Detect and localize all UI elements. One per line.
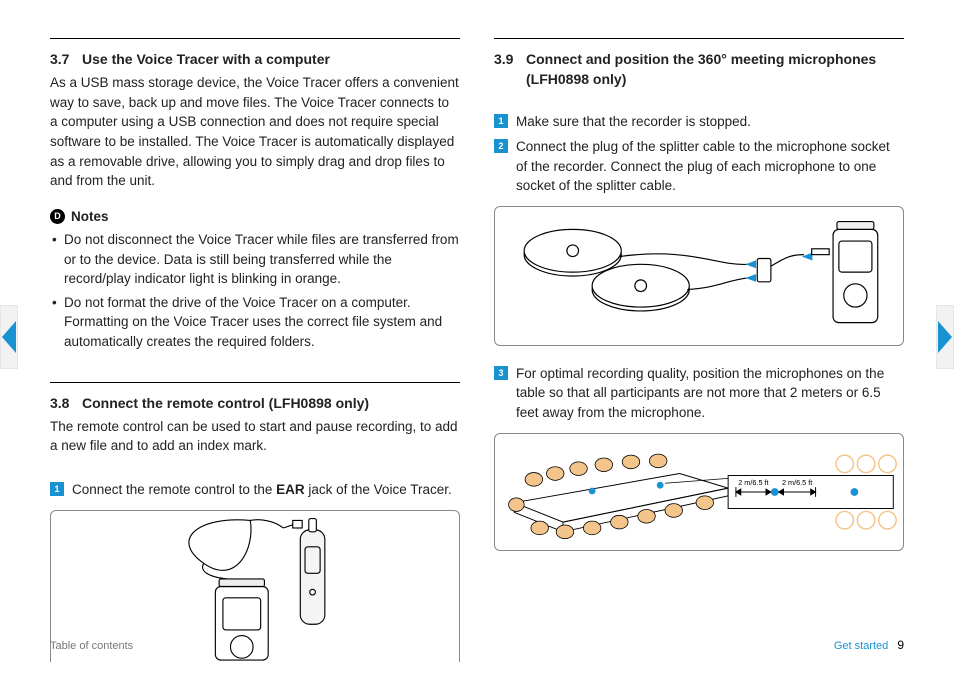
splitter-cable-illustration: [495, 207, 903, 345]
notes-heading: D Notes: [50, 207, 460, 227]
note-item: Do not disconnect the Voice Tracer while…: [50, 230, 460, 289]
section-3-7-body: As a USB mass storage device, the Voice …: [50, 73, 460, 190]
prev-page-button[interactable]: [0, 305, 18, 369]
section-number: 3.9: [494, 49, 526, 69]
step-text-bold: EAR: [276, 482, 305, 497]
next-page-button[interactable]: [936, 305, 954, 369]
step-3: 3 For optimal recording quality, positio…: [494, 364, 904, 423]
step-text: Connect the remote control to the EAR ja…: [72, 480, 460, 500]
divider: [494, 38, 904, 39]
section-3-7-heading: 3.7Use the Voice Tracer with a computer: [50, 49, 460, 69]
step-text-part: Connect the remote control to the: [72, 482, 276, 497]
note-icon: D: [50, 209, 65, 224]
page-body: 3.7Use the Voice Tracer with a computer …: [0, 0, 954, 673]
step-2: 2 Connect the plug of the splitter cable…: [494, 137, 904, 196]
distance-label-2: 2 m/6.5 ft: [782, 478, 812, 487]
chevron-left-icon: [2, 321, 16, 353]
chevron-right-icon: [938, 321, 952, 353]
step-number-icon: 1: [494, 114, 508, 128]
footer-section-link[interactable]: Get started: [834, 640, 888, 652]
step-number-icon: 3: [494, 366, 508, 380]
footer-toc-link[interactable]: Table of contents: [50, 639, 133, 655]
step-text: For optimal recording quality, position …: [516, 364, 904, 423]
section-number: 3.8: [50, 393, 82, 413]
step-1: 1 Make sure that the recorder is stopped…: [494, 112, 904, 132]
note-item: Do not format the drive of the Voice Tra…: [50, 293, 460, 352]
page-number: 9: [897, 638, 904, 652]
step-1: 1 Connect the remote control to the EAR …: [50, 480, 460, 500]
page-footer: Table of contents Get started 9: [50, 637, 904, 655]
meeting-table-illustration: 2 m/6.5 ft 2 m/6.5 ft: [495, 434, 903, 550]
section-title: Use the Voice Tracer with a computer: [82, 51, 330, 67]
step-text: Make sure that the recorder is stopped.: [516, 112, 904, 132]
step-text-part: jack of the Voice Tracer.: [305, 482, 452, 497]
section-title-line1: Connect and position the 360° meeting mi…: [526, 51, 876, 67]
distance-label-1: 2 m/6.5 ft: [738, 478, 768, 487]
step-text: Connect the plug of the splitter cable t…: [516, 137, 904, 196]
right-column: 3.9Connect and position the 360° meeting…: [494, 38, 904, 673]
divider: [50, 382, 460, 383]
notes-list: Do not disconnect the Voice Tracer while…: [50, 230, 460, 351]
section-3-8-heading: 3.8Connect the remote control (LFH0898 o…: [50, 393, 460, 413]
section-3-8-body: The remote control can be used to start …: [50, 417, 460, 456]
left-column: 3.7Use the Voice Tracer with a computer …: [50, 38, 460, 673]
section-title: Connect the remote control (LFH0898 only…: [82, 395, 369, 411]
step-number-icon: 1: [50, 482, 64, 496]
section-3-9-heading: 3.9Connect and position the 360° meeting…: [494, 49, 904, 90]
step-number-icon: 2: [494, 139, 508, 153]
figure-splitter-cable: [494, 206, 904, 346]
section-title-line2: (LFH0898 only): [494, 69, 904, 89]
notes-label: Notes: [71, 207, 109, 227]
divider: [50, 38, 460, 39]
section-number: 3.7: [50, 49, 82, 69]
figure-meeting-table: 2 m/6.5 ft 2 m/6.5 ft: [494, 433, 904, 551]
